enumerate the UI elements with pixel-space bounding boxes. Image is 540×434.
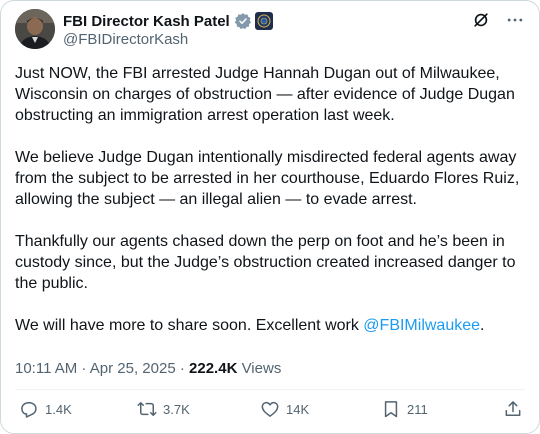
divider (15, 389, 525, 390)
action-bar: 1.4K 3.7K 14K 211 (19, 399, 525, 425)
bookmark-button[interactable]: 211 (381, 399, 428, 419)
verified-check-icon (234, 12, 252, 30)
reply-count: 1.4K (45, 401, 72, 417)
fbi-seal-badge-icon[interactable] (254, 12, 273, 30)
more-icon[interactable] (505, 10, 525, 30)
repost-count: 3.7K (163, 401, 190, 417)
share-icon (505, 401, 521, 416)
views-label: Views (237, 360, 282, 377)
avatar[interactable] (15, 9, 55, 49)
views-count[interactable]: 222.4K (189, 360, 237, 377)
tweet-date[interactable]: Apr 25, 2025 (90, 360, 176, 377)
repost-icon (137, 402, 157, 416)
tweet-text: Just NOW, the FBI arrested Judge Hannah … (15, 63, 525, 357)
heart-icon (261, 401, 279, 417)
repost-button[interactable]: 3.7K (137, 399, 190, 419)
tweet-paragraph-end: . (480, 317, 485, 334)
tweet-paragraph-text: We will have more to share soon. Excelle… (15, 317, 364, 334)
bookmark-icon (384, 401, 398, 418)
like-count: 14K (286, 401, 310, 417)
bookmark-count: 211 (407, 401, 428, 417)
tweet-card: FBI Director Kash Patel @FBIDirectorKash (0, 0, 540, 434)
tweet-paragraph: We believe Judge Dugan intentionally mis… (15, 149, 520, 208)
grok-icon[interactable] (471, 10, 491, 30)
mention-link[interactable]: @FBIMilwaukee (363, 317, 480, 334)
tweet-paragraph: Just NOW, the FBI arrested Judge Hannah … (15, 65, 515, 124)
share-button[interactable] (503, 399, 523, 419)
author-handle[interactable]: @FBIDirectorKash (63, 31, 188, 48)
like-button[interactable]: 14K (260, 399, 309, 419)
tweet-time[interactable]: 10:11 AM (15, 360, 77, 377)
tweet-paragraph: We will have more to share soon. Excelle… (15, 315, 525, 336)
reply-icon (21, 402, 37, 418)
meta-separator: · (77, 360, 90, 377)
header-actions (471, 10, 525, 30)
author-name-row: FBI Director Kash Patel (63, 12, 273, 30)
tweet-paragraph: Thankfully our agents chased down the pe… (15, 233, 516, 292)
tweet-meta: 10:11 AM · Apr 25, 2025 · 222.4K Views (15, 360, 281, 377)
meta-separator: · (175, 360, 190, 377)
reply-button[interactable]: 1.4K (19, 399, 72, 419)
author-display-name[interactable]: FBI Director Kash Patel (63, 13, 230, 30)
